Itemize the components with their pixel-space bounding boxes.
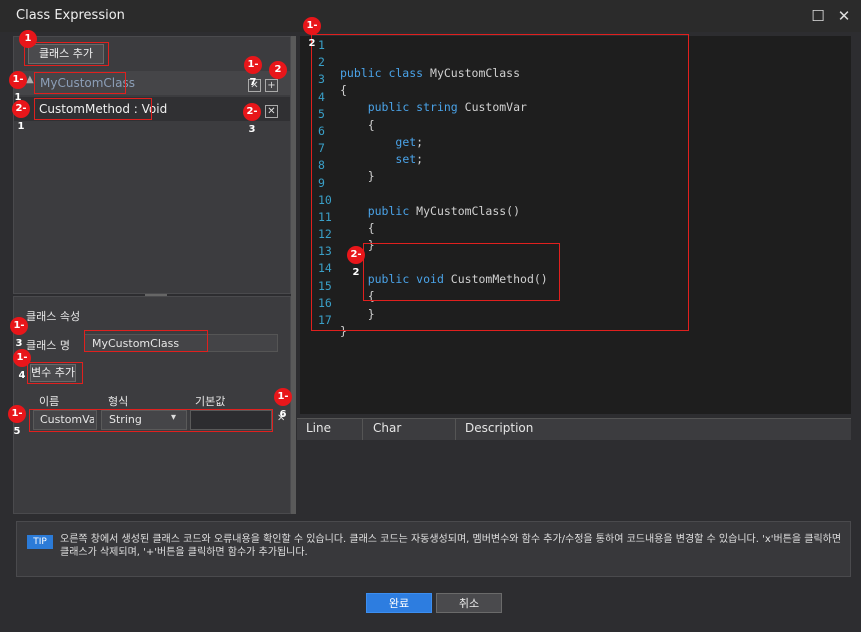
column-divider (455, 418, 456, 440)
annotation-box-2-1 (34, 98, 152, 120)
annotation-box-1-1 (34, 72, 126, 94)
annotation-box-1 (24, 42, 109, 66)
annotation-box-1-5 (29, 409, 273, 432)
ok-button[interactable]: 완료 (366, 593, 432, 613)
column-default: 기본값 (195, 395, 226, 408)
maximize-icon[interactable]: ☐ (808, 6, 828, 26)
column-type: 형식 (108, 395, 129, 408)
annotation-badge-1-6: 1-6 (274, 388, 292, 420)
title-bar (0, 0, 861, 32)
annotation-badge-1: 1 (19, 30, 37, 48)
error-column-line: Line (306, 421, 332, 435)
close-icon[interactable]: ✕ (834, 6, 854, 26)
annotation-box-1-3 (84, 330, 208, 352)
annotation-badge-1-3: 1-3 (10, 317, 28, 349)
add-method-icon[interactable]: + (265, 79, 278, 92)
annotation-badge-1-4: 1-4 (13, 349, 31, 381)
annotation-badge-1-5: 1-5 (8, 405, 26, 437)
annotation-box-2-2 (363, 243, 560, 301)
tip-badge: TIP (27, 535, 53, 549)
column-divider (362, 418, 363, 440)
tip-text: 오른쪽 창에서 생성된 클래스 코드와 오류내용을 확인할 수 있습니다. 클래… (60, 534, 842, 558)
window-title: Class Expression (16, 8, 125, 23)
expand-arrow-icon[interactable]: ▲ (26, 74, 34, 85)
cancel-button[interactable]: 취소 (436, 593, 502, 613)
remove-method-icon[interactable]: ✕ (265, 105, 278, 118)
annotation-badge-2-1: 2-1 (12, 100, 30, 132)
column-name: 이름 (39, 395, 60, 408)
class-name-field-label: 클래스 명 (26, 339, 70, 352)
error-column-description: Description (465, 421, 534, 435)
error-list (297, 440, 851, 514)
annotation-badge-1-1: 1-1 (9, 71, 27, 103)
annotation-badge-1-7: 1-7 (244, 56, 262, 88)
annotation-badge-2-3: 2-3 (243, 103, 261, 135)
vertical-splitter[interactable] (291, 36, 296, 514)
annotation-badge-1-2: 1-2 (303, 17, 321, 49)
class-properties-title: 클래스 속성 (26, 310, 81, 323)
annotation-badge-2: 2 (269, 61, 287, 79)
error-column-char: Char (373, 421, 402, 435)
annotation-badge-2-2: 2-2 (347, 246, 365, 278)
annotation-box-1-4 (27, 362, 83, 384)
